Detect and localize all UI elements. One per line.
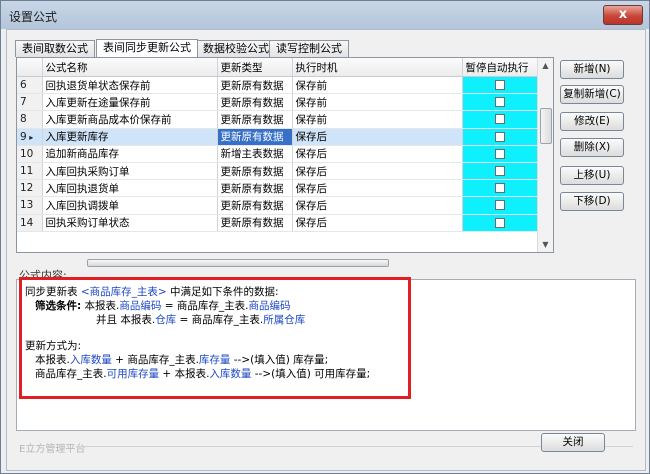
cell-pause-auto bbox=[462, 128, 538, 146]
grid-horizontal-scrollbar[interactable] bbox=[87, 259, 389, 267]
pause-checkbox[interactable] bbox=[494, 131, 505, 142]
pause-checkbox[interactable] bbox=[494, 217, 505, 228]
cell-pause-auto bbox=[462, 214, 538, 232]
add-button[interactable]: 新增(N) bbox=[560, 60, 624, 79]
cell-timing[interactable]: 保存后 bbox=[292, 179, 463, 198]
table-row[interactable]: 14 回执采购订单状态 更新原有数据 保存后 bbox=[17, 214, 538, 232]
cell-pause-auto bbox=[462, 162, 538, 181]
col-header-name[interactable]: 公式名称 bbox=[42, 58, 218, 77]
table-row[interactable]: 9 ▸ 入库更新库存 更新原有数据 保存后 bbox=[17, 128, 538, 146]
highlight-frame bbox=[19, 277, 411, 399]
row-number-current[interactable]: 9 ▸ bbox=[17, 128, 43, 146]
window-title: 设置公式 bbox=[9, 10, 58, 24]
cell-timing[interactable]: 保存后 bbox=[292, 162, 463, 181]
cell-formula-name[interactable]: 入库更新库存 bbox=[42, 128, 218, 146]
table-row[interactable]: 13 入库回执调拨单 更新原有数据 保存后 bbox=[17, 196, 538, 215]
col-header-pause[interactable]: 暂停自动执行 bbox=[462, 58, 538, 77]
cell-timing[interactable]: 保存后 bbox=[292, 196, 463, 215]
formula-grid: 公式名称 更新类型 执行时机 暂停自动执行 6 回执退货单状态保存前 更新原有数据保… bbox=[16, 57, 554, 253]
cell-formula-name[interactable]: 入库回执采购订单 bbox=[42, 162, 218, 181]
formula-table: 公式名称 更新类型 执行时机 暂停自动执行 6 回执退货单状态保存前 更新原有数据保… bbox=[17, 58, 538, 232]
tab-fetch-formula[interactable]: 表间取数公式 bbox=[15, 40, 95, 57]
cell-formula-name[interactable]: 入库更新商品成本价保存前 bbox=[42, 110, 218, 129]
row-number[interactable]: 14 bbox=[17, 214, 43, 232]
row-number[interactable]: 11 bbox=[17, 162, 43, 181]
scroll-down-icon[interactable]: ▼ bbox=[538, 237, 553, 252]
cell-update-type[interactable]: 更新原有数据 bbox=[217, 76, 293, 95]
cell-formula-name[interactable]: 入库回执退货单 bbox=[42, 179, 218, 198]
table-row[interactable]: 12 入库回执退货单 更新原有数据 保存后 bbox=[17, 179, 538, 198]
window-close-button[interactable]: x bbox=[603, 5, 643, 25]
scroll-thumb[interactable] bbox=[540, 108, 552, 144]
pause-checkbox[interactable] bbox=[494, 148, 505, 159]
cell-formula-name[interactable]: 回执采购订单状态 bbox=[42, 214, 218, 232]
cell-timing[interactable]: 保存后 bbox=[292, 214, 463, 232]
cell-timing[interactable]: 保存前 bbox=[292, 93, 463, 112]
close-button[interactable]: 关闭 bbox=[541, 433, 605, 452]
delete-button[interactable]: 删除(X) bbox=[560, 138, 624, 157]
cell-pause-auto bbox=[462, 93, 538, 112]
cell-update-type[interactable]: 更新原有数据 bbox=[217, 128, 293, 146]
cell-timing[interactable]: 保存前 bbox=[292, 110, 463, 129]
row-header-corner bbox=[17, 58, 43, 77]
pause-checkbox[interactable] bbox=[494, 80, 505, 91]
row-number[interactable]: 8 bbox=[17, 110, 43, 129]
row-number[interactable]: 13 bbox=[17, 196, 43, 215]
cell-pause-auto bbox=[462, 196, 538, 215]
table-row[interactable]: 11 入库回执采购订单 更新原有数据 保存后 bbox=[17, 162, 538, 181]
cell-timing[interactable]: 保存后 bbox=[292, 128, 463, 146]
dialog-body: 表间取数公式 表间同步更新公式 数据校验公式 读写控制公式 公式名称 更新类型 … bbox=[6, 29, 646, 471]
table-row[interactable]: 10 追加新商品库存 新增主表数据 保存后 bbox=[17, 145, 538, 163]
pause-checkbox[interactable] bbox=[494, 183, 505, 194]
cell-timing[interactable]: 保存后 bbox=[292, 145, 463, 163]
cell-formula-name[interactable]: 追加新商品库存 bbox=[42, 145, 218, 163]
cell-update-type[interactable]: 更新原有数据 bbox=[217, 196, 293, 215]
cell-update-type[interactable]: 更新原有数据 bbox=[217, 214, 293, 232]
cell-timing[interactable]: 保存前 bbox=[292, 76, 463, 95]
table-row[interactable]: 6 回执退货单状态保存前 更新原有数据 保存前 bbox=[17, 76, 538, 95]
cell-update-type[interactable]: 更新原有数据 bbox=[217, 179, 293, 198]
cell-formula-name[interactable]: 入库更新在途量保存前 bbox=[42, 93, 218, 112]
row-number[interactable]: 10 bbox=[17, 145, 43, 163]
col-header-update-type[interactable]: 更新类型 bbox=[217, 58, 293, 77]
title-bar[interactable]: 设置公式 x bbox=[1, 1, 649, 29]
tab-validation-formula[interactable]: 数据校验公式 bbox=[196, 40, 276, 57]
cell-pause-auto bbox=[462, 145, 538, 163]
formula-settings-window: 设置公式 x 表间取数公式 表间同步更新公式 数据校验公式 读写控制公式 公式名… bbox=[0, 0, 650, 474]
cell-pause-auto bbox=[462, 76, 538, 95]
current-row-arrow-icon: ▸ bbox=[26, 132, 34, 142]
copy-add-button[interactable]: 复制新增(C) bbox=[560, 85, 624, 104]
table-row[interactable]: 7 入库更新在途量保存前 更新原有数据 保存前 bbox=[17, 93, 538, 112]
pause-checkbox[interactable] bbox=[494, 166, 505, 177]
row-number[interactable]: 7 bbox=[17, 93, 43, 112]
pause-checkbox[interactable] bbox=[494, 114, 505, 125]
cell-formula-name[interactable]: 回执退货单状态保存前 bbox=[42, 76, 218, 95]
cell-pause-auto bbox=[462, 179, 538, 198]
row-number[interactable]: 6 bbox=[17, 76, 43, 95]
move-down-button[interactable]: 下移(D) bbox=[560, 192, 624, 211]
cell-update-type[interactable]: 更新原有数据 bbox=[217, 162, 293, 181]
cell-update-type[interactable]: 新增主表数据 bbox=[217, 145, 293, 163]
pause-checkbox[interactable] bbox=[494, 200, 505, 211]
cell-formula-name[interactable]: 入库回执调拨单 bbox=[42, 196, 218, 215]
move-up-button[interactable]: 上移(U) bbox=[560, 166, 624, 185]
cell-update-type[interactable]: 更新原有数据 bbox=[217, 93, 293, 112]
scroll-up-icon[interactable]: ▲ bbox=[538, 58, 553, 73]
platform-label: E立方管理平台 bbox=[19, 444, 86, 455]
cell-update-type[interactable]: 更新原有数据 bbox=[217, 110, 293, 129]
col-header-timing[interactable]: 执行时机 bbox=[292, 58, 463, 77]
pause-checkbox[interactable] bbox=[494, 97, 505, 108]
grid-vertical-scrollbar[interactable]: ▲ ▼ bbox=[537, 58, 553, 252]
tab-readwrite-control-formula[interactable]: 读写控制公式 bbox=[269, 40, 349, 57]
modify-button[interactable]: 修改(E) bbox=[560, 112, 624, 131]
row-number[interactable]: 12 bbox=[17, 179, 43, 198]
table-row[interactable]: 8 入库更新商品成本价保存前 更新原有数据 保存前 bbox=[17, 110, 538, 129]
cell-pause-auto bbox=[462, 110, 538, 129]
tab-sync-update-formula[interactable]: 表间同步更新公式 bbox=[96, 39, 198, 57]
